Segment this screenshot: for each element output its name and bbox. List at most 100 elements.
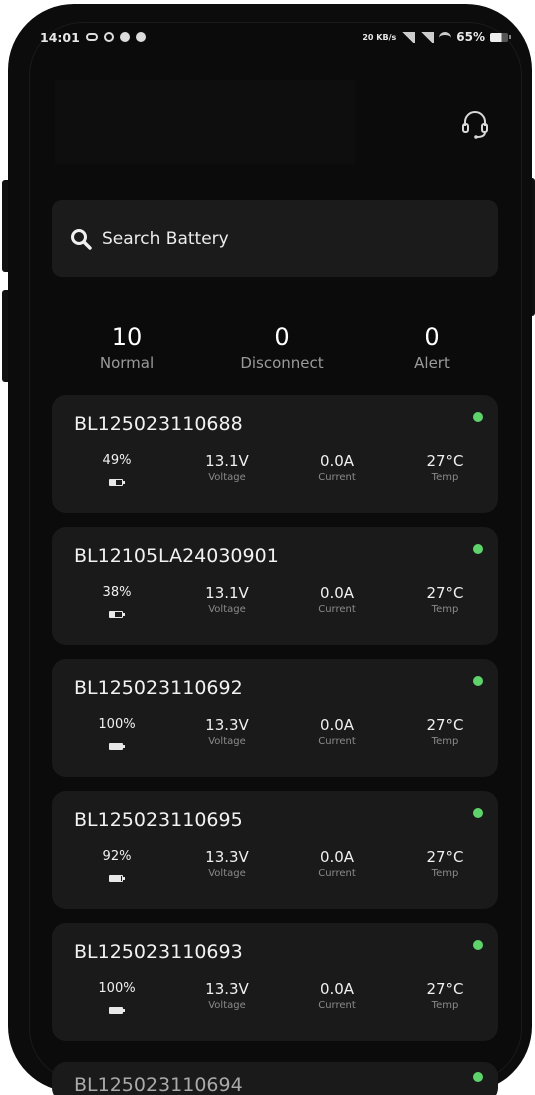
charge-value: 100% (98, 981, 136, 996)
search-placeholder: Search Battery (102, 228, 229, 249)
battery-card-partial[interactable]: BL125023110694 (52, 1062, 498, 1095)
temp-value: 27°C (426, 716, 464, 734)
disconnect-count: 0 (274, 323, 290, 351)
voltage-label: Voltage (208, 604, 246, 615)
battery-id: BL125023110692 (74, 677, 243, 699)
summary-alert[interactable]: 0 Alert (382, 322, 482, 374)
status-dot (473, 808, 483, 818)
status-right: 20 KB/s 65% (362, 30, 511, 44)
battery-id: BL125023110688 (74, 413, 243, 435)
temp-metric: 27°C Temp (400, 451, 490, 484)
battery-card[interactable]: BL125023110688 49% 13.1V Voltage 0.0A Cu… (52, 395, 498, 513)
headset-icon[interactable] (460, 108, 490, 140)
vpn-icon (103, 32, 114, 42)
temp-label: Temp (431, 472, 459, 483)
search-battery-field[interactable]: Search Battery (52, 200, 498, 277)
battery-status-icon (490, 32, 511, 42)
temp-label: Temp (431, 604, 459, 615)
status-dot (473, 1072, 483, 1082)
temp-label: Temp (431, 736, 459, 747)
current-label: Current (318, 736, 356, 747)
battery-id: BL125023110694 (74, 1074, 243, 1095)
charge-metric: 92% (92, 847, 142, 886)
charge-metric: 38% (92, 583, 142, 622)
battery-id: BL125023110695 (74, 809, 243, 831)
battery-percent: 65% (456, 30, 485, 44)
temp-metric: 27°C Temp (400, 715, 490, 748)
battery-icon (109, 479, 125, 486)
temp-label: Temp (431, 1000, 459, 1011)
voltage-metric: 13.3V Voltage (182, 847, 272, 880)
current-value: 0.0A (319, 584, 355, 602)
temp-label: Temp (431, 868, 459, 879)
voltage-metric: 13.1V Voltage (182, 583, 272, 616)
current-label: Current (318, 472, 356, 483)
battery-summary: 10 Normal 0 Disconnect 0 Alert (52, 322, 498, 382)
status-dot (473, 412, 483, 422)
current-label: Current (318, 604, 356, 615)
wifi-icon (439, 32, 452, 42)
voltage-label: Voltage (208, 472, 246, 483)
voltage-value: 13.3V (205, 980, 249, 998)
voltage-label: Voltage (208, 1000, 246, 1011)
status-left: 14:01 (40, 30, 146, 45)
signal-2-icon (420, 31, 435, 43)
status-dot (473, 544, 483, 554)
battery-card[interactable]: BL125023110693 100% 13.3V Voltage 0.0A C… (52, 923, 498, 1041)
current-value: 0.0A (319, 716, 355, 734)
link-icon (85, 33, 98, 41)
normal-label: Normal (99, 354, 155, 372)
battery-icon (109, 743, 125, 750)
battery-card[interactable]: BL12105LA24030901 38% 13.1V Voltage 0.0A… (52, 527, 498, 645)
normal-count: 10 (111, 323, 143, 351)
battery-card[interactable]: BL125023110692 100% 13.3V Voltage 0.0A C… (52, 659, 498, 777)
voltage-value: 13.1V (205, 452, 249, 470)
voltage-metric: 13.3V Voltage (182, 715, 272, 748)
current-metric: 0.0A Current (292, 583, 382, 616)
charge-metric: 100% (92, 715, 142, 754)
voltage-metric: 13.1V Voltage (182, 451, 272, 484)
temp-metric: 27°C Temp (400, 979, 490, 1012)
current-value: 0.0A (319, 980, 355, 998)
summary-normal[interactable]: 10 Normal (77, 322, 177, 374)
battery-icon (109, 1007, 125, 1014)
signal-icon (401, 31, 416, 43)
current-value: 0.0A (319, 848, 355, 866)
alert-dot-icon (135, 32, 146, 42)
charge-metric: 100% (92, 979, 142, 1018)
status-dot (473, 676, 483, 686)
summary-disconnect[interactable]: 0 Disconnect (202, 322, 362, 374)
current-metric: 0.0A Current (292, 715, 382, 748)
disconnect-label: Disconnect (240, 354, 324, 372)
alert-count: 0 (424, 323, 440, 351)
battery-id: BL125023110693 (74, 941, 243, 963)
current-metric: 0.0A Current (292, 847, 382, 880)
temp-metric: 27°C Temp (400, 583, 490, 616)
battery-id: BL12105LA24030901 (74, 545, 279, 567)
voltage-value: 13.3V (205, 848, 249, 866)
temp-value: 27°C (426, 452, 464, 470)
current-metric: 0.0A Current (292, 451, 382, 484)
status-bar: 14:01 20 KB/s 65% (40, 26, 511, 48)
voltage-metric: 13.3V Voltage (182, 979, 272, 1012)
status-time: 14:01 (40, 29, 80, 45)
status-dot (473, 940, 483, 950)
battery-card[interactable]: BL125023110695 92% 13.3V Voltage 0.0A Cu… (52, 791, 498, 909)
battery-icon (109, 611, 125, 618)
voltage-value: 13.3V (205, 716, 249, 734)
charge-value: 49% (102, 453, 132, 468)
current-label: Current (318, 868, 356, 879)
header-logo-area (55, 80, 355, 164)
alert-label: Alert (414, 354, 450, 372)
temp-metric: 27°C Temp (400, 847, 490, 880)
current-metric: 0.0A Current (292, 979, 382, 1012)
voltage-value: 13.1V (205, 584, 249, 602)
notification-dot-icon (119, 32, 130, 42)
temp-value: 27°C (426, 584, 464, 602)
voltage-label: Voltage (208, 868, 246, 879)
charge-value: 100% (98, 717, 136, 732)
net-speed: 20 KB/s (362, 32, 397, 42)
temp-value: 27°C (426, 848, 464, 866)
current-label: Current (318, 1000, 356, 1011)
temp-value: 27°C (426, 980, 464, 998)
